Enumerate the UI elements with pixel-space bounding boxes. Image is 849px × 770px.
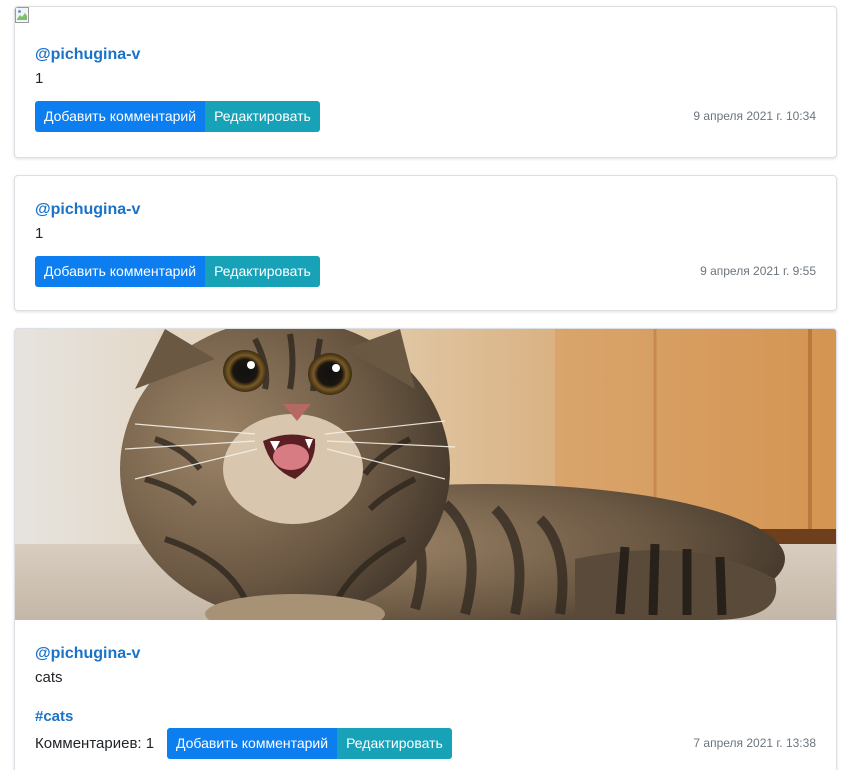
edit-button[interactable]: Редактировать <box>337 728 452 759</box>
add-comment-button[interactable]: Добавить комментарий <box>35 256 206 287</box>
author-link[interactable]: @pichugina-v <box>35 45 816 65</box>
edit-button[interactable]: Редактировать <box>205 256 320 287</box>
post-card: @pichugina-v cats #cats Комментариев: 1 … <box>14 328 837 770</box>
action-button-group: Добавить комментарий Редактировать <box>35 101 320 132</box>
edit-button[interactable]: Редактировать <box>205 101 320 132</box>
post-timestamp: 9 апреля 2021 г. 9:55 <box>700 264 816 278</box>
post-body: @pichugina-v cats #cats Комментариев: 1 … <box>35 644 816 759</box>
post-timestamp: 7 апреля 2021 г. 13:38 <box>693 736 816 750</box>
post-feed: @pichugina-v 1 Добавить комментарий Реда… <box>0 0 849 770</box>
broken-image-icon <box>15 7 31 23</box>
author-link[interactable]: @pichugina-v <box>35 200 816 220</box>
post-card: @pichugina-v 1 Добавить комментарий Реда… <box>14 6 837 158</box>
add-comment-button[interactable]: Добавить комментарий <box>167 728 338 759</box>
action-button-group: Добавить комментарий Редактировать <box>167 728 452 759</box>
author-link[interactable]: @pichugina-v <box>35 644 816 664</box>
add-comment-button[interactable]: Добавить комментарий <box>35 101 206 132</box>
post-text: cats <box>35 669 63 686</box>
post-text: 1 <box>35 225 44 242</box>
post-actions: Добавить комментарий Редактировать 9 апр… <box>35 101 816 132</box>
post-body: @pichugina-v 1 Добавить комментарий Реда… <box>35 200 816 287</box>
comments-count: Комментариев: 1 <box>35 735 155 752</box>
action-button-group: Добавить комментарий Редактировать <box>35 256 320 287</box>
post-timestamp: 9 апреля 2021 г. 10:34 <box>693 109 816 123</box>
post-actions: Комментариев: 1 Добавить комментарий Ред… <box>35 728 816 759</box>
post-card: @pichugina-v 1 Добавить комментарий Реда… <box>14 175 837 311</box>
post-body: @pichugina-v 1 Добавить комментарий Реда… <box>35 45 816 132</box>
post-actions: Добавить комментарий Редактировать 9 апр… <box>35 256 816 287</box>
post-text: 1 <box>35 70 44 87</box>
hashtag-link[interactable]: #cats <box>35 707 816 727</box>
cat-photo <box>15 329 836 620</box>
